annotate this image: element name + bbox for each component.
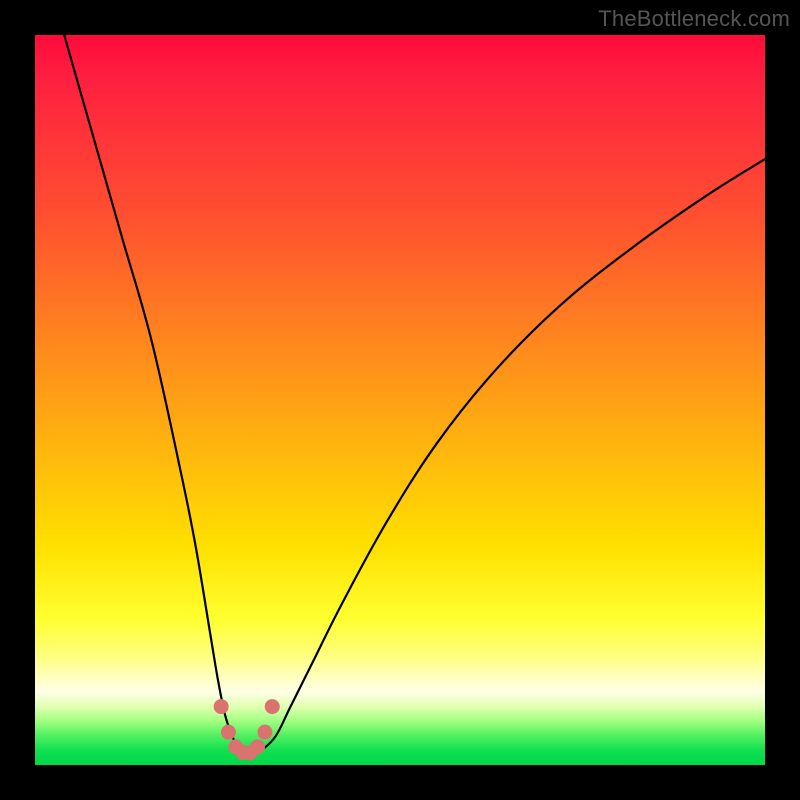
trough-marker [214,699,229,714]
trough-marker [250,739,265,754]
chart-frame: TheBottleneck.com [0,0,800,800]
trough-marker [257,725,272,740]
trough-marker [265,699,280,714]
bottleneck-curve [64,35,765,755]
attribution-text: TheBottleneck.com [598,6,790,32]
trough-marker [221,725,236,740]
plot-area [35,35,765,765]
curve-layer [35,35,765,765]
trough-markers [214,699,280,760]
